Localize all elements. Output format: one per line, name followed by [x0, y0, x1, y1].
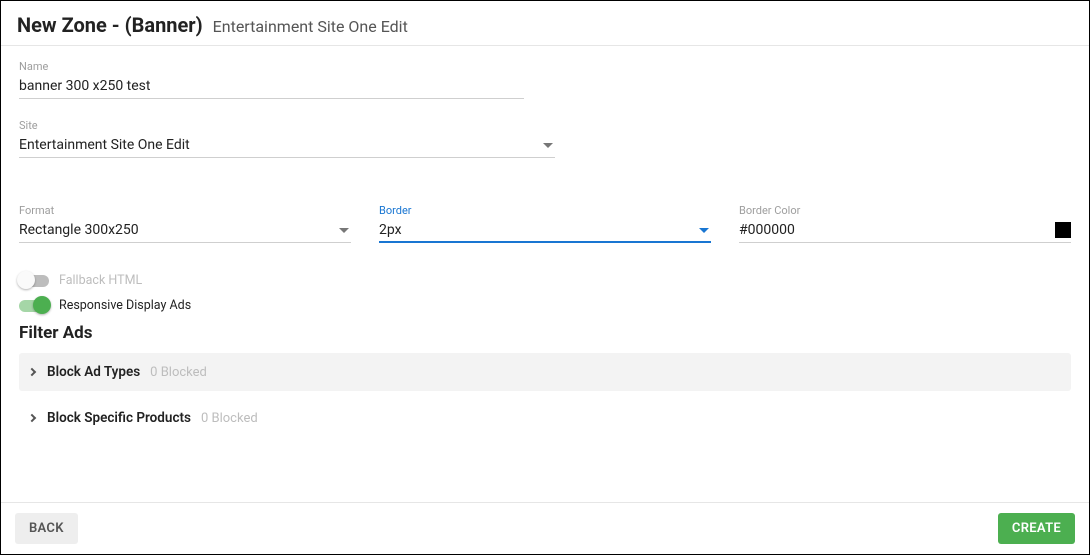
border-label: Border [379, 204, 711, 217]
site-label: Site [19, 119, 555, 132]
fallback-toggle-row: Fallback HTML [19, 273, 1071, 288]
fallback-html-label: Fallback HTML [59, 273, 142, 288]
toggle-knob-icon [17, 271, 35, 289]
site-select[interactable]: Entertainment Site One Edit [19, 134, 555, 158]
block-specific-products-row[interactable]: Block Specific Products 0 Blocked [19, 399, 1071, 437]
name-label: Name [19, 60, 524, 73]
format-row: Format Rectangle 300x250 Border 2px Bord… [19, 204, 1071, 243]
border-color-row [739, 219, 1071, 243]
format-select[interactable]: Rectangle 300x250 [19, 219, 351, 243]
responsive-ads-label: Responsive Display Ads [59, 298, 191, 313]
page-subtitle: Entertainment Site One Edit [213, 17, 408, 36]
back-button[interactable]: BACK [15, 513, 78, 544]
toggle-knob-icon [33, 296, 51, 314]
form-content: Name Site Entertainment Site One Edit Fo… [1, 46, 1089, 502]
format-value: Rectangle 300x250 [19, 222, 339, 238]
fallback-html-toggle[interactable] [19, 275, 49, 287]
border-color-field: Border Color [739, 204, 1071, 243]
block-specific-products-count: 0 Blocked [201, 411, 258, 426]
filter-ads-heading: Filter Ads [19, 323, 1071, 343]
chevron-right-icon [28, 368, 36, 376]
block-specific-products-title: Block Specific Products [47, 410, 191, 426]
border-color-label: Border Color [739, 204, 1071, 217]
responsive-toggle-row: Responsive Display Ads [19, 298, 1071, 313]
border-value: 2px [379, 222, 699, 238]
name-input[interactable] [19, 75, 524, 99]
color-swatch-icon[interactable] [1055, 222, 1071, 238]
chevron-right-icon [28, 414, 36, 422]
new-zone-form: New Zone - (Banner) Entertainment Site O… [0, 0, 1090, 555]
chevron-down-icon [339, 228, 349, 233]
block-ad-types-title: Block Ad Types [47, 364, 140, 380]
page-title: New Zone - (Banner) [17, 13, 203, 37]
block-ad-types-row[interactable]: Block Ad Types 0 Blocked [19, 353, 1071, 391]
site-field: Site Entertainment Site One Edit [19, 119, 555, 158]
footer-bar: BACK CREATE [1, 502, 1089, 554]
format-field: Format Rectangle 300x250 [19, 204, 351, 243]
create-button[interactable]: CREATE [998, 513, 1075, 544]
chevron-down-icon [699, 228, 709, 233]
block-ad-types-count: 0 Blocked [150, 365, 207, 380]
name-field: Name [19, 60, 524, 99]
format-label: Format [19, 204, 351, 217]
border-color-input[interactable] [739, 222, 1055, 238]
border-select[interactable]: 2px [379, 219, 711, 243]
page-header: New Zone - (Banner) Entertainment Site O… [1, 1, 1089, 46]
chevron-down-icon [543, 143, 553, 148]
responsive-ads-toggle[interactable] [19, 300, 49, 312]
border-field: Border 2px [379, 204, 711, 243]
site-value: Entertainment Site One Edit [19, 137, 543, 153]
